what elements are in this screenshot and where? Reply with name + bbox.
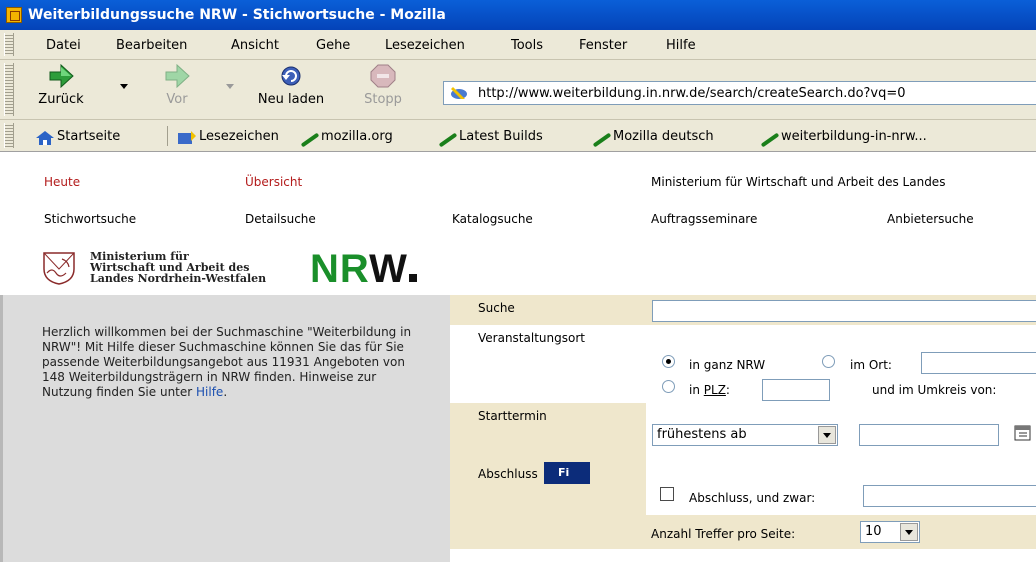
- address-bar[interactable]: http://www.weiterbildung.in.nrw.de/searc…: [443, 81, 1036, 105]
- radio-in-plz[interactable]: [662, 380, 675, 393]
- label-umkreis: und im Umkreis von:: [872, 383, 997, 397]
- bookmark-mozilla-org[interactable]: mozilla.org: [300, 129, 393, 147]
- welcome-text: Herzlich willkommen bei der Suchmaschine…: [42, 325, 412, 399]
- search-input[interactable]: [652, 300, 1036, 322]
- plz-input[interactable]: [762, 379, 830, 401]
- back-button[interactable]: Zurück: [36, 63, 86, 107]
- menu-bearbeiten[interactable]: Bearbeiten: [116, 38, 187, 53]
- label-ganz-nrw: in ganz NRW: [689, 358, 766, 372]
- reload-icon: [278, 64, 304, 88]
- tab-auftragsseminare[interactable]: Auftragsseminare: [651, 212, 757, 226]
- menu-gehe[interactable]: Gehe: [316, 38, 350, 53]
- window-left-border: [0, 295, 3, 562]
- tab-detailsuche[interactable]: Detailsuche: [245, 212, 316, 226]
- forward-button[interactable]: Vor: [152, 63, 202, 107]
- calendar-icon[interactable]: [1014, 424, 1032, 442]
- label-ort-cell: Veranstaltungsort: [450, 325, 646, 403]
- abschluss-checkbox[interactable]: [660, 487, 674, 501]
- menu-fenster[interactable]: Fenster: [579, 38, 627, 53]
- toolbar-grip[interactable]: [4, 123, 14, 148]
- nrw-wordmark: NRW: [310, 249, 417, 289]
- label-in-plz: in PLZ:: [689, 383, 730, 397]
- label-treffer: Anzahl Treffer pro Seite:: [651, 527, 796, 541]
- tab-katalogsuche[interactable]: Katalogsuche: [452, 212, 533, 226]
- radio-im-ort[interactable]: [822, 355, 835, 368]
- forward-history-dropdown[interactable]: [226, 84, 234, 89]
- toolbar-separator: [167, 126, 168, 146]
- bookmark-weiterbildung[interactable]: weiterbildung-in-nrw...: [760, 129, 927, 147]
- bookmark-pen-icon: [760, 131, 780, 147]
- dropdown-arrow-icon: [818, 426, 836, 444]
- home-icon: [36, 130, 54, 145]
- starttermin-row: frühestens ab: [646, 403, 1036, 461]
- window-title: Weiterbildungssuche NRW - Stichwortsuche…: [28, 7, 446, 23]
- window-titlebar: Weiterbildungssuche NRW - Stichwortsuche…: [0, 0, 1036, 30]
- ministry-logo: Ministerium für Wirtschaft und Arbeit de…: [42, 249, 462, 289]
- bookmark-lesezeichen[interactable]: Lesezeichen: [178, 129, 279, 144]
- treffer-row: Anzahl Treffer pro Seite: 10: [450, 515, 1036, 549]
- nrw-letter: N: [310, 247, 340, 291]
- suche-row: [646, 295, 1036, 325]
- radio-ganz-nrw[interactable]: [662, 355, 675, 368]
- dropdown-arrow-icon: [900, 523, 918, 541]
- abschluss-row: Abschluss, und zwar:: [646, 461, 1036, 515]
- bookmark-mozilla-deutsch[interactable]: Mozilla deutsch: [592, 129, 714, 147]
- link-heute[interactable]: Heute: [44, 175, 80, 189]
- ort-row: in ganz NRW im Ort: in PLZ: und im Umkre…: [646, 325, 1036, 403]
- reload-button[interactable]: Neu laden: [250, 64, 332, 107]
- start-date-input[interactable]: [859, 424, 999, 446]
- toolbar-grip[interactable]: [4, 63, 14, 116]
- nrw-wordmark-text: NRW: [310, 247, 408, 291]
- find-button[interactable]: Fi: [544, 462, 590, 484]
- bookmark-pen-icon: [592, 131, 612, 147]
- mozilla-app-icon: [6, 7, 22, 23]
- welcome-panel: Herzlich willkommen bei der Suchmaschine…: [0, 295, 450, 562]
- nrw-letter: R: [339, 247, 370, 291]
- ort-input[interactable]: [921, 352, 1036, 374]
- menu-hilfe[interactable]: Hilfe: [666, 38, 696, 53]
- toolbar-grip[interactable]: [4, 33, 14, 56]
- back-history-dropdown[interactable]: [120, 84, 128, 89]
- tab-stichwortsuche[interactable]: Stichwortsuche: [44, 212, 136, 226]
- label-abschluss-chk: Abschluss, und zwar:: [689, 491, 816, 505]
- forward-arrow-icon: [164, 63, 190, 89]
- stop-button[interactable]: Stopp: [358, 64, 408, 107]
- ministry-name: Ministerium für Wirtschaft und Arbeit de…: [90, 250, 267, 285]
- ministry-header-text: Ministerium für Wirtschaft und Arbeit de…: [651, 175, 946, 189]
- menu-ansicht[interactable]: Ansicht: [231, 38, 279, 53]
- navigation-toolbar: Zurück Vor Neu laden Stopp http://www.we…: [0, 60, 1036, 120]
- bookmark-pen-icon: [438, 131, 458, 147]
- nrw-crest-icon: [42, 251, 76, 285]
- label-suche-cell: Suche: [450, 295, 646, 325]
- abschluss-input[interactable]: [863, 485, 1036, 507]
- menu-datei[interactable]: Datei: [46, 38, 81, 53]
- address-url: http://www.weiterbildung.in.nrw.de/searc…: [478, 85, 906, 101]
- bookmarks-folder-icon: [178, 130, 196, 144]
- tab-anbietersuche[interactable]: Anbietersuche: [887, 212, 974, 226]
- bookmark-latest-builds[interactable]: Latest Builds: [438, 129, 543, 147]
- nrw-dot: [408, 274, 417, 282]
- menu-tools[interactable]: Tools: [511, 38, 543, 53]
- search-form: Suche Veranstaltungsort in ganz NRW im O…: [450, 295, 1036, 562]
- nrw-letter: W: [369, 247, 408, 291]
- stop-icon: [370, 64, 396, 88]
- page-icon: [450, 85, 468, 101]
- menu-bar: Datei Bearbeiten Ansicht Gehe Lesezeiche…: [0, 30, 1036, 60]
- page-content: Heute Übersicht Ministerium für Wirtscha…: [0, 152, 1036, 562]
- treffer-select[interactable]: 10: [860, 521, 920, 543]
- starttermin-select[interactable]: frühestens ab: [652, 424, 838, 446]
- label-starttermin-cell: Starttermin: [450, 403, 646, 461]
- back-arrow-icon: [48, 63, 74, 89]
- link-uebersicht[interactable]: Übersicht: [245, 175, 302, 189]
- bookmark-startseite[interactable]: Startseite: [36, 129, 120, 145]
- bookmarks-toolbar: Startseite Lesezeichen mozilla.org Lates…: [0, 120, 1036, 152]
- menu-lesezeichen[interactable]: Lesezeichen: [385, 38, 465, 53]
- bookmark-pen-icon: [300, 131, 320, 147]
- label-im-ort: im Ort:: [850, 358, 892, 372]
- help-link[interactable]: Hilfe: [196, 385, 223, 399]
